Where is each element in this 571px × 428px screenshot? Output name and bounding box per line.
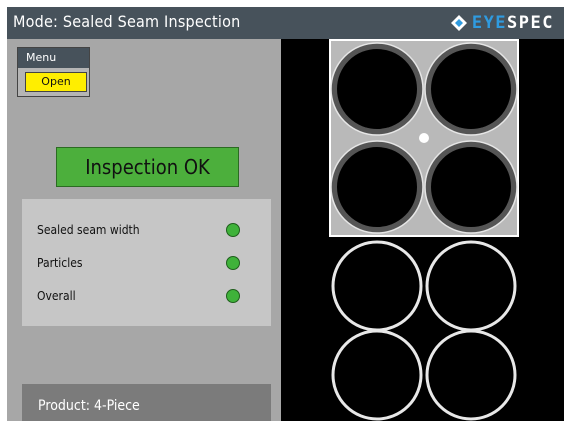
control-panel: Menu Open Inspection OK Sealed seam widt…: [7, 39, 281, 421]
camera-image-area: [281, 39, 564, 421]
result-label: Overall: [37, 289, 76, 303]
inspection-status-banner: Inspection OK: [56, 147, 239, 187]
seam-detection-image: [329, 239, 519, 421]
eyespec-logo: EYESPEC: [450, 13, 554, 33]
result-row-particles: Particles: [22, 253, 271, 273]
result-label: Particles: [37, 256, 83, 270]
logo-spec-text: SPEC: [507, 13, 554, 33]
title-bar: Mode: Sealed Seam Inspection EYESPEC: [7, 7, 564, 39]
logo-eye-text: EYE: [471, 13, 508, 33]
result-row-sealed-seam-width: Sealed seam width: [22, 220, 271, 240]
result-label: Sealed seam width: [37, 223, 140, 237]
product-box: Product: 4-Piece: [22, 384, 271, 421]
status-led-icon: [226, 256, 240, 270]
app-window: Mode: Sealed Seam Inspection EYESPEC Men…: [7, 7, 564, 421]
menu-title: Menu: [18, 48, 89, 68]
status-led-icon: [226, 289, 240, 303]
result-row-overall: Overall: [22, 286, 271, 306]
logo-diamond-icon: [450, 15, 467, 31]
camera-image: [329, 39, 519, 237]
mode-title: Mode: Sealed Seam Inspection: [13, 12, 241, 31]
results-panel: Sealed seam width Particles Overall: [22, 199, 271, 326]
menu-box: Menu Open: [17, 47, 90, 97]
open-button[interactable]: Open: [25, 72, 87, 92]
product-label: Product: 4-Piece: [38, 398, 140, 414]
status-led-icon: [226, 223, 240, 237]
